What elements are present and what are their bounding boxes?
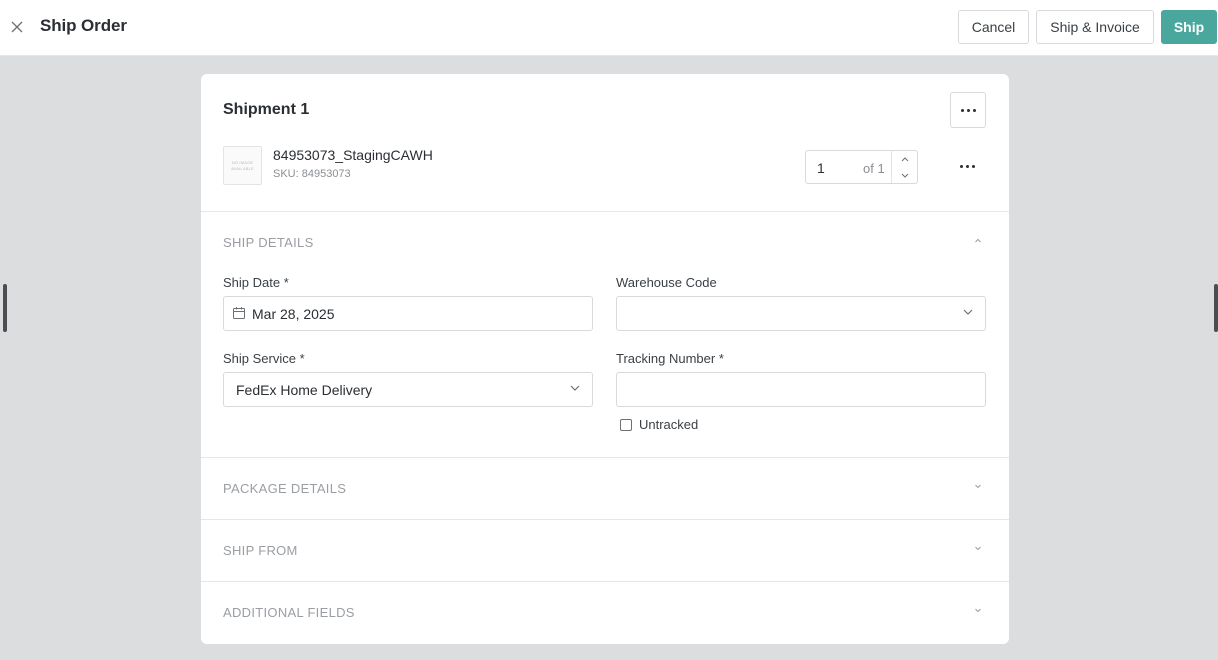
thumbnail-text: AVAILABLE xyxy=(231,165,254,171)
warehouse-code-select[interactable] xyxy=(616,296,986,331)
chevron-down-icon xyxy=(975,546,981,551)
page-title: Ship Order xyxy=(40,16,127,35)
shipment-title: Shipment 1 xyxy=(223,101,310,118)
product-thumbnail: NO IMAGE AVAILABLE xyxy=(223,146,262,185)
right-edge-handle[interactable] xyxy=(1214,284,1218,332)
section-package-details-header[interactable]: PACKAGE DETAILS xyxy=(201,458,1009,519)
chevron-down-icon xyxy=(975,484,981,489)
top-bar: Ship Order Cancel Ship & Invoice Ship xyxy=(0,0,1218,56)
chevron-up-icon[interactable] xyxy=(892,151,918,167)
ship-date-value: Mar 28, 2025 xyxy=(252,306,335,322)
section-label: PACKAGE DETAILS xyxy=(223,481,347,496)
ship-and-invoice-button[interactable]: Ship & Invoice xyxy=(1036,10,1154,44)
close-icon[interactable] xyxy=(9,18,25,36)
untracked-checkbox[interactable] xyxy=(620,419,632,431)
untracked-label[interactable]: Untracked xyxy=(639,417,698,432)
ship-date-field[interactable]: Mar 28, 2025 xyxy=(223,296,593,331)
ship-date-label: Ship Date * xyxy=(223,275,289,290)
more-horizontal-icon xyxy=(960,165,975,168)
chevron-down-icon[interactable] xyxy=(892,167,918,183)
section-label: SHIP FROM xyxy=(223,543,298,558)
calendar-icon xyxy=(233,307,245,319)
quantity-stepper[interactable]: 1 of 1 xyxy=(805,150,918,184)
cancel-button[interactable]: Cancel xyxy=(958,10,1029,44)
quantity-stepper-arrows xyxy=(891,151,918,183)
shipment-card: Shipment 1 NO IMAGE AVAILABLE 84953073_S… xyxy=(201,74,1009,644)
more-horizontal-icon xyxy=(960,108,976,112)
ship-button[interactable]: Ship xyxy=(1161,10,1217,44)
quantity-of-label: of 1 xyxy=(863,161,885,176)
tracking-number-label: Tracking Number * xyxy=(616,351,724,366)
section-label: SHIP DETAILS xyxy=(223,235,314,250)
quantity-value[interactable]: 1 xyxy=(817,160,825,176)
product-sku: SKU: 84953073 xyxy=(273,168,351,180)
section-ship-details-header[interactable]: SHIP DETAILS xyxy=(201,212,1009,273)
chevron-down-icon xyxy=(975,608,981,613)
section-additional-fields-header[interactable]: ADDITIONAL FIELDS xyxy=(201,582,1009,643)
section-label: ADDITIONAL FIELDS xyxy=(223,605,355,620)
chevron-down-icon xyxy=(570,385,580,391)
section-ship-from-header[interactable]: SHIP FROM xyxy=(201,520,1009,581)
chevron-up-icon xyxy=(975,238,981,243)
tracking-number-input[interactable] xyxy=(616,372,986,407)
product-name: 84953073_StagingCAWH xyxy=(273,147,433,163)
ship-service-label: Ship Service * xyxy=(223,351,305,366)
ship-service-select[interactable]: FedEx Home Delivery xyxy=(223,372,593,407)
item-more-button[interactable] xyxy=(960,165,975,168)
warehouse-code-label: Warehouse Code xyxy=(616,275,717,290)
chevron-down-icon xyxy=(963,309,973,315)
left-edge-handle[interactable] xyxy=(3,284,7,332)
ship-service-value: FedEx Home Delivery xyxy=(236,382,373,398)
shipment-more-button[interactable] xyxy=(950,92,986,128)
